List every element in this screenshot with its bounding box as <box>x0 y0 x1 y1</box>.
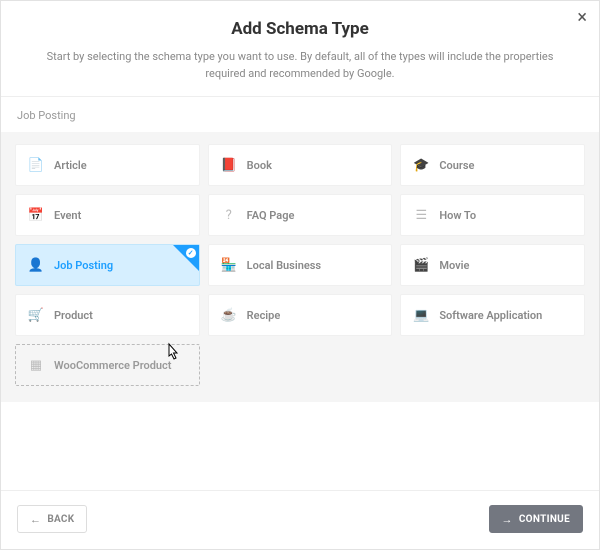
schema-card-local-business[interactable]: 🏪 Local Business <box>208 244 393 286</box>
woocommerce-product-icon: ▦ <box>28 357 44 373</box>
schema-card-event[interactable]: 📅 Event <box>15 194 200 236</box>
schema-card-job-posting[interactable]: 👤 Job Posting ✓ <box>15 244 200 286</box>
schema-card-label: Article <box>54 159 87 172</box>
local-business-icon: 🏪 <box>221 257 237 273</box>
arrow-left-icon: ← <box>30 514 41 525</box>
section-label: Job Posting <box>1 96 599 132</box>
schema-card-movie[interactable]: 🎬 Movie <box>400 244 585 286</box>
schema-card-woocommerce-product[interactable]: ▦ WooCommerce Product <box>15 344 200 386</box>
back-button[interactable]: ← BACK <box>17 505 87 533</box>
course-icon: 🎓 <box>413 157 429 173</box>
schema-card-product[interactable]: 🛒 Product <box>15 294 200 336</box>
product-icon: 🛒 <box>28 307 44 323</box>
movie-icon: 🎬 <box>413 257 429 273</box>
schema-card-book[interactable]: 📕 Book <box>208 144 393 186</box>
check-icon: ✓ <box>186 248 196 258</box>
schema-card-label: Product <box>54 309 93 322</box>
continue-button[interactable]: → CONTINUE <box>489 505 583 533</box>
schema-card-label: Software Application <box>439 309 542 322</box>
schema-card-label: Recipe <box>247 309 281 322</box>
continue-button-label: CONTINUE <box>519 514 570 525</box>
schema-card-label: Event <box>54 209 81 222</box>
dialog-footer: ← BACK → CONTINUE <box>1 490 599 549</box>
close-icon[interactable]: × <box>577 9 587 27</box>
back-button-label: BACK <box>47 514 74 525</box>
job-posting-icon: 👤 <box>28 257 44 273</box>
schema-card-article[interactable]: 📄 Article <box>15 144 200 186</box>
recipe-icon: ☕ <box>221 307 237 323</box>
schema-card-label: Local Business <box>247 259 321 272</box>
schema-grid: 📄 Article 📕 Book 🎓 Course 📅 Event? FAQ Page ☰ How … <box>15 144 585 386</box>
schema-card-course[interactable]: 🎓 Course <box>400 144 585 186</box>
dialog-title: Add Schema Type <box>29 19 571 39</box>
schema-card-label: FAQ Page <box>247 209 295 222</box>
schema-card-label: Movie <box>439 259 469 272</box>
schema-card-label: WooCommerce Product <box>54 359 172 372</box>
event-icon: 📅 <box>28 207 44 223</box>
software-application-icon: 💻 <box>413 307 429 323</box>
how-to-icon: ☰ <box>413 207 429 223</box>
schema-card-how-to[interactable]: ☰ How To <box>400 194 585 236</box>
schema-card-recipe[interactable]: ☕ Recipe <box>208 294 393 336</box>
schema-grid-area: 📄 Article 📕 Book 🎓 Course 📅 Event? FAQ Page ☰ How … <box>1 132 599 402</box>
schema-card-faq-page[interactable]: ? FAQ Page <box>208 194 393 236</box>
schema-card-label: Job Posting <box>54 259 113 272</box>
dialog-subtitle: Start by selecting the schema type you w… <box>40 49 560 82</box>
selected-corner-icon: ✓ <box>173 245 199 271</box>
schema-card-label: Course <box>439 159 474 172</box>
book-icon: 📕 <box>221 157 237 173</box>
schema-card-label: Book <box>247 159 272 172</box>
schema-card-label: How To <box>439 209 476 222</box>
schema-card-software-application[interactable]: 💻 Software Application <box>400 294 585 336</box>
article-icon: 📄 <box>28 157 44 173</box>
dialog-header: Add Schema Type Start by selecting the s… <box>1 1 599 96</box>
faq-page-icon: ? <box>221 207 237 223</box>
arrow-right-icon: → <box>502 514 513 525</box>
